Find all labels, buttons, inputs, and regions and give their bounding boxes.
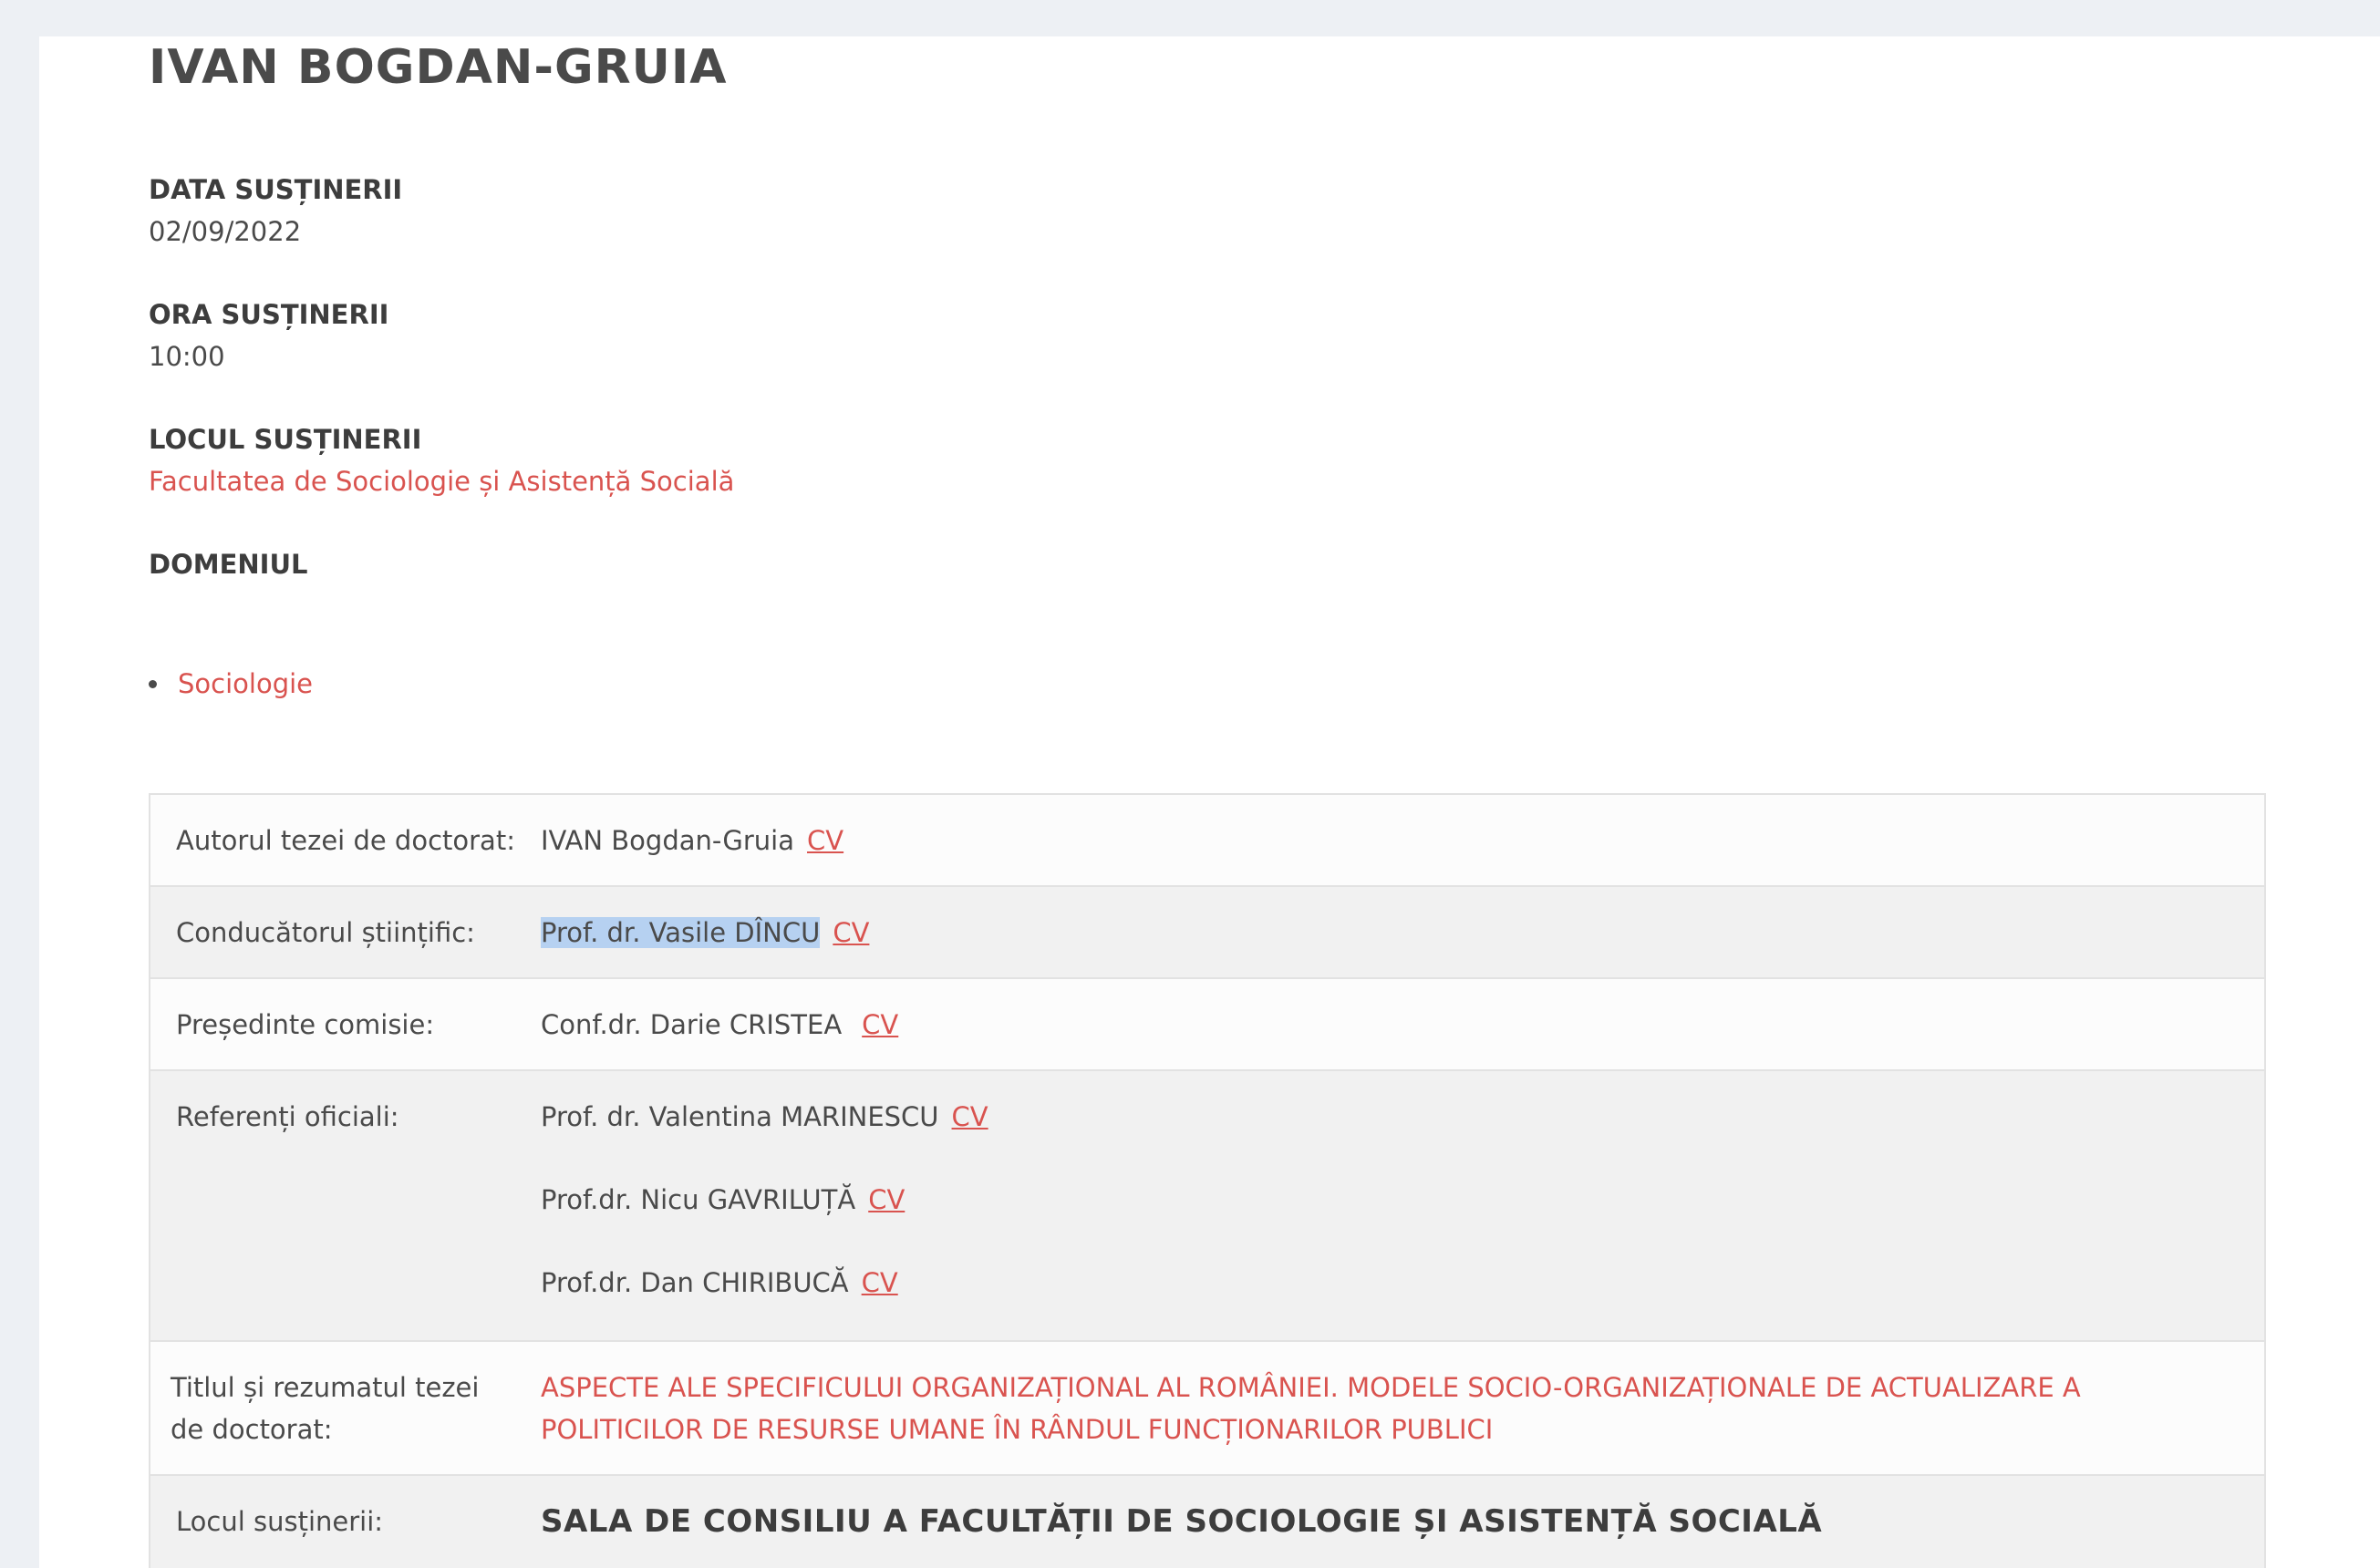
venue-label: Locul susținerii: — [149, 1474, 515, 1568]
domain-field: DOMENIUL — [149, 546, 307, 583]
author-cv-link[interactable]: CV — [807, 825, 843, 856]
referees-label: Referenți oficiali: — [149, 1069, 515, 1342]
president-name: Conf.dr. Darie CRISTEA — [540, 1009, 843, 1040]
referee-line: Prof. dr. Valentina MARINESCU CV — [541, 1096, 2237, 1138]
bullet-icon — [149, 680, 157, 688]
president-line: Conf.dr. Darie CRISTEA CV — [541, 1004, 2237, 1046]
content-card: IVAN BOGDAN-GRUIA DATA SUSȚINERII 02/09/… — [39, 36, 2380, 1568]
thesis-label: Titlul și rezumatul tezei de doctorat: — [149, 1340, 515, 1476]
domain-list-item: Sociologie — [149, 665, 313, 702]
referee-name: Prof.dr. Dan CHIRIBUCĂ — [540, 1267, 849, 1298]
referee-2-cv-link[interactable]: CV — [868, 1184, 905, 1215]
venue-value: SALA DE CONSILIU A FACULTĂȚII DE SOCIOLO… — [540, 1503, 1823, 1540]
table-row-author: Autorul tezei de doctorat: IVAN Bogdan-G… — [149, 793, 2267, 887]
supervisor-label: Conducătorul științific: — [149, 885, 515, 979]
place-value-wrap: Facultatea de Sociologie și Asistență So… — [149, 463, 734, 500]
referee-line: Prof.dr. Nicu GAVRILUȚĂ CV — [541, 1179, 2237, 1221]
date-field: DATA SUSȚINERII 02/09/2022 — [149, 171, 402, 250]
date-value: 02/09/2022 — [149, 216, 302, 247]
thesis-info-table: Autorul tezei de doctorat: IVAN Bogdan-G… — [149, 793, 2267, 1568]
date-label: DATA SUSȚINERII — [149, 174, 403, 205]
table-row-president: Președinte comisie: Conf.dr. Darie CRIST… — [149, 977, 2267, 1071]
supervisor-value-cell: Prof. dr. Vasile DÎNCU CV — [514, 885, 2267, 979]
author-line: IVAN Bogdan-Gruia CV — [541, 820, 2237, 861]
thesis-value-cell: ASPECTE ALE SPECIFICULUI ORGANIZAȚIONAL … — [514, 1340, 2267, 1476]
place-link[interactable]: Facultatea de Sociologie și Asistență So… — [149, 466, 734, 497]
domain-link-sociologie[interactable]: Sociologie — [178, 668, 313, 699]
referee-3-cv-link[interactable]: CV — [862, 1267, 898, 1298]
place-field: LOCUL SUSȚINERII Facultatea de Sociologi… — [149, 421, 734, 500]
table-row-referees: Referenți oficiali: Prof. dr. Valentina … — [149, 1069, 2267, 1342]
place-label: LOCUL SUSȚINERII — [149, 424, 422, 455]
president-cv-link[interactable]: CV — [862, 1009, 898, 1040]
referees-value-cell: Prof. dr. Valentina MARINESCU CV Prof.dr.… — [514, 1069, 2267, 1342]
referee-1-cv-link[interactable]: CV — [952, 1101, 988, 1132]
time-value: 10:00 — [149, 341, 225, 372]
time-label: ORA SUSȚINERII — [149, 299, 389, 330]
table-row-venue: Locul susținerii: SALA DE CONSILIU A FAC… — [149, 1474, 2267, 1568]
supervisor-cv-link[interactable]: CV — [833, 917, 869, 948]
domain-list: Sociologie — [149, 665, 313, 702]
time-field: ORA SUSȚINERII 10:00 — [149, 296, 388, 375]
author-value-cell: IVAN Bogdan-Gruia CV — [514, 793, 2267, 887]
venue-value-cell: SALA DE CONSILIU A FACULTĂȚII DE SOCIOLO… — [514, 1474, 2267, 1568]
author-label: Autorul tezei de doctorat: — [149, 793, 515, 887]
president-label: Președinte comisie: — [149, 977, 515, 1071]
supervisor-line: Prof. dr. Vasile DÎNCU CV — [540, 912, 2237, 954]
president-value-cell: Conf.dr. Darie CRISTEA CV — [514, 977, 2267, 1071]
table-row-thesis: Titlul și rezumatul tezei de doctorat: A… — [149, 1340, 2267, 1476]
domain-label: DOMENIUL — [149, 549, 308, 580]
thesis-title-link[interactable]: ASPECTE ALE SPECIFICULUI ORGANIZAȚIONAL … — [541, 1372, 2081, 1445]
referee-name: Prof. dr. Valentina MARINESCU — [540, 1101, 939, 1132]
supervisor-name: Prof. dr. Vasile DÎNCU — [540, 917, 821, 948]
author-name: IVAN Bogdan-Gruia — [540, 825, 795, 856]
page-title: IVAN BOGDAN-GRUIA — [149, 40, 728, 95]
referee-line: Prof.dr. Dan CHIRIBUCĂ CV — [541, 1262, 2237, 1304]
table-row-supervisor: Conducătorul științific: Prof. dr. Vasil… — [149, 885, 2267, 979]
referee-name: Prof.dr. Nicu GAVRILUȚĂ — [540, 1184, 856, 1215]
